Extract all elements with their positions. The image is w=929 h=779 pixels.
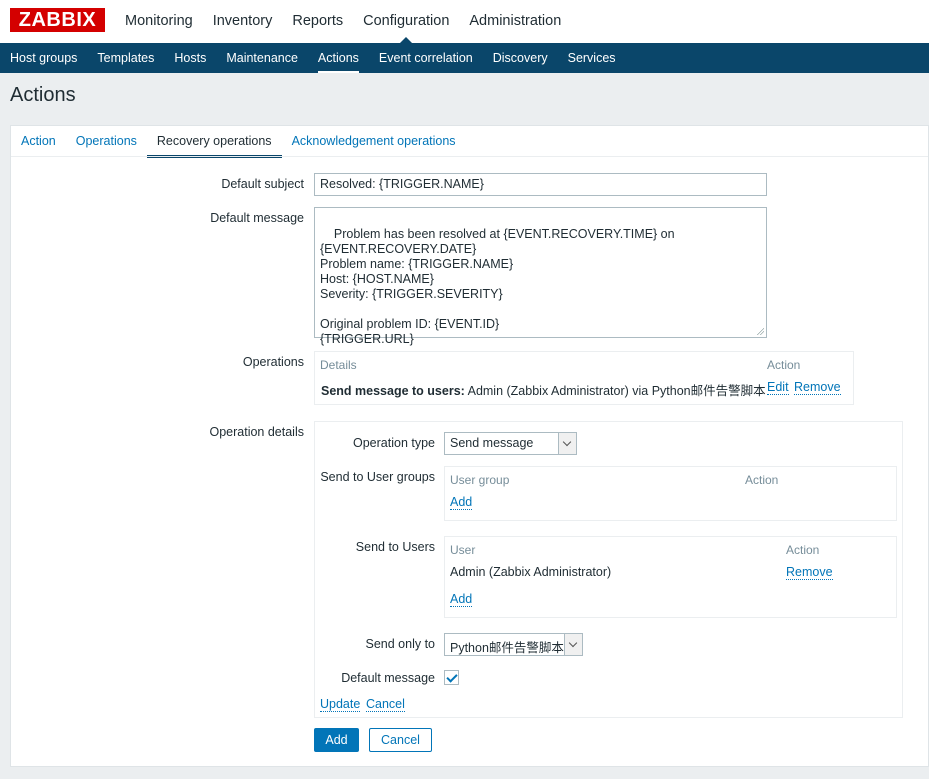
top-header: ZABBIX Monitoring Inventory Reports Conf…: [0, 0, 929, 43]
send-only-to-label: Send only to: [365, 637, 436, 651]
operation-details-label: Operation details: [209, 425, 304, 439]
send-only-to-select[interactable]: Python邮件告警脚本: [444, 633, 583, 656]
submenu-event-correlation[interactable]: Event correlation: [369, 43, 483, 73]
user-row-name: Admin (Zabbix Administrator): [450, 565, 612, 579]
default-message-label: Default message: [210, 211, 304, 225]
send-to-user-groups-label: Send to User groups: [320, 470, 435, 484]
operations-col-action: Action: [767, 358, 801, 372]
menu-configuration[interactable]: Configuration: [353, 0, 459, 43]
submenu-services[interactable]: Services: [558, 43, 626, 73]
menu-administration[interactable]: Administration: [459, 0, 571, 43]
tabs-divider: [11, 156, 928, 157]
remove-user-link[interactable]: Remove: [786, 565, 833, 580]
operation-type-label: Operation type: [353, 436, 435, 450]
submenu-actions[interactable]: Actions: [308, 43, 369, 73]
resize-handle-icon[interactable]: [756, 327, 764, 335]
operations-label: Operations: [242, 355, 304, 369]
update-operation-link[interactable]: Update: [320, 697, 361, 712]
submenu-maintenance[interactable]: Maintenance: [216, 43, 308, 73]
operation-row-text: Admin (Zabbix Administrator) via Python邮…: [467, 384, 766, 398]
chevron-down-icon: [564, 634, 582, 655]
users-col-user: User: [450, 543, 476, 557]
sub-menu: Host groups Templates Hosts Maintenance …: [0, 43, 929, 73]
cancel-button[interactable]: Cancel: [369, 728, 432, 752]
operations-col-details: Details: [320, 358, 357, 372]
action-form-card: Action Operations Recovery operations Ac…: [10, 125, 929, 767]
menu-inventory[interactable]: Inventory: [203, 0, 283, 43]
form-tabs: Action Operations Recovery operations Ac…: [11, 126, 466, 158]
page-title: Actions: [10, 84, 76, 106]
zabbix-logo[interactable]: ZABBIX: [10, 8, 105, 32]
operation-row-title: Send message to users:: [321, 384, 465, 398]
user-groups-table: User group Action Add: [444, 466, 897, 521]
menu-monitoring[interactable]: Monitoring: [115, 0, 203, 43]
submenu-discovery[interactable]: Discovery: [483, 43, 558, 73]
operation-row-details: Send message to users: Admin (Zabbix Adm…: [321, 380, 766, 399]
default-subject-label: Default subject: [221, 177, 304, 191]
main-menu: Monitoring Inventory Reports Configurati…: [115, 0, 571, 43]
default-message-text: Problem has been resolved at {EVENT.RECO…: [320, 227, 675, 346]
default-message-check-label: Default message: [341, 671, 435, 685]
add-button[interactable]: Add: [314, 728, 359, 752]
tab-acknowledgement-operations[interactable]: Acknowledgement operations: [282, 126, 466, 157]
operation-details-panel: Operation type Send message Send to User…: [314, 421, 903, 718]
operations-table: Details Action Send message to users: Ad…: [314, 351, 854, 405]
default-message-textarea[interactable]: Problem has been resolved at {EVENT.RECO…: [314, 207, 767, 346]
operation-type-select[interactable]: Send message: [444, 432, 577, 455]
user-groups-col-group: User group: [450, 473, 510, 487]
menu-reports[interactable]: Reports: [282, 0, 353, 43]
tab-operations[interactable]: Operations: [66, 126, 147, 157]
add-user-link[interactable]: Add: [450, 592, 473, 607]
operation-type-value: Send message: [450, 436, 534, 450]
send-only-to-value: Python邮件告警脚本: [450, 641, 564, 655]
add-user-group-link[interactable]: Add: [450, 495, 473, 510]
submenu-hosts[interactable]: Hosts: [164, 43, 216, 73]
user-groups-col-action: Action: [745, 473, 779, 487]
send-to-users-label: Send to Users: [355, 540, 435, 554]
operation-edit-link[interactable]: Edit: [767, 380, 789, 395]
users-col-action: Action: [786, 543, 820, 557]
default-message-checkbox[interactable]: [444, 670, 459, 685]
users-table: User Action Admin (Zabbix Administrator)…: [444, 536, 897, 618]
submenu-templates[interactable]: Templates: [87, 43, 164, 73]
tab-action[interactable]: Action: [11, 126, 66, 157]
cancel-operation-link[interactable]: Cancel: [366, 697, 405, 712]
tab-recovery-operations[interactable]: Recovery operations: [146, 126, 282, 158]
default-subject-input[interactable]: Resolved: {TRIGGER.NAME}: [314, 173, 767, 196]
chevron-down-icon: [558, 433, 576, 454]
operation-remove-link[interactable]: Remove: [794, 380, 841, 395]
submenu-host-groups[interactable]: Host groups: [0, 43, 87, 73]
